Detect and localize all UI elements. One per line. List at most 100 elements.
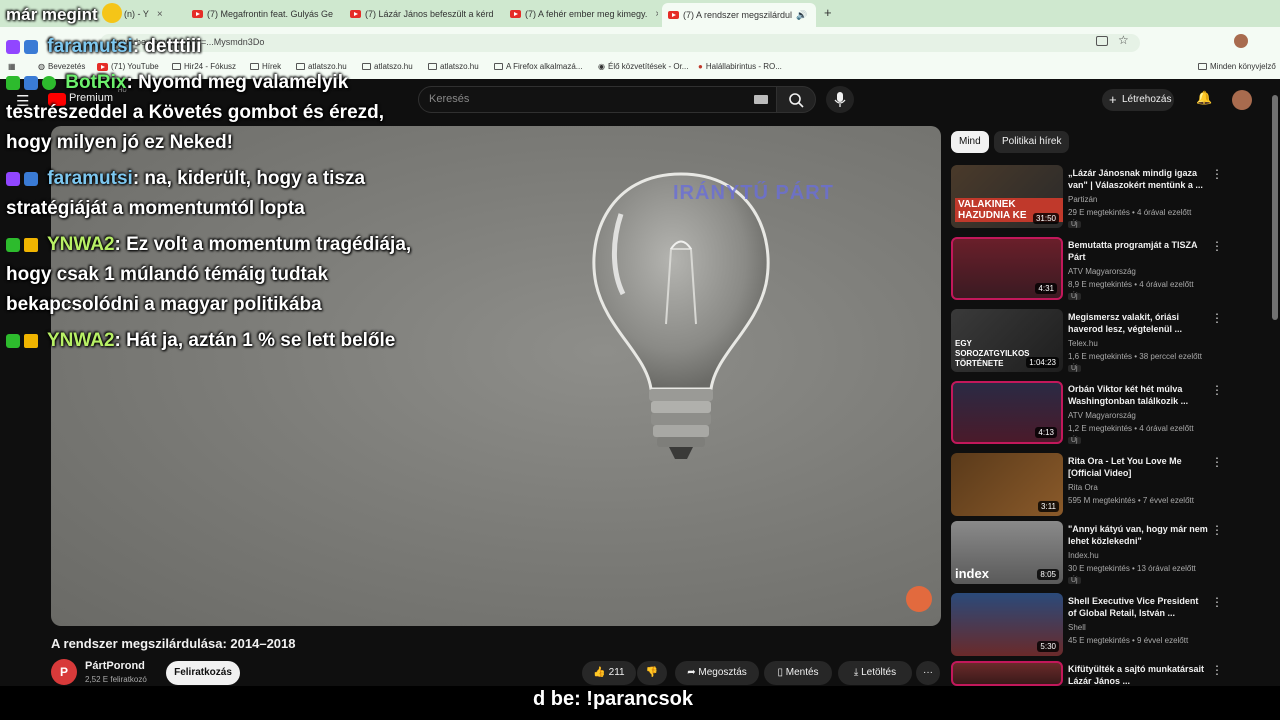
bookmark-item[interactable]: atlatszo.hu (362, 62, 413, 71)
recommendation-title[interactable]: Rita Ora - Let You Love Me [Official Vid… (1068, 455, 1208, 479)
all-bookmarks[interactable]: Minden könyvjelző (1198, 62, 1276, 71)
video-duration: 31:50 (1032, 213, 1059, 224)
recommendation-title[interactable]: "Annyi kátyú van, hogy már nem lehet köz… (1068, 523, 1208, 547)
star-icon[interactable]: ☆ (1118, 33, 1129, 47)
video-thumbnail[interactable]: 4:13 (951, 381, 1063, 444)
dislike-button[interactable]: 👎 (637, 661, 667, 685)
recommendation-item[interactable]: EGY SOROZATGYILKOS TÖRTÉNETE 1:04:23 Meg… (951, 309, 1261, 373)
browser-tab-active[interactable]: (7) A rendszer megszilárdul 🔊 × (662, 3, 816, 27)
recommendation-channel[interactable]: Telex.hu (1068, 339, 1098, 348)
notifications-icon[interactable]: 🔔 (1196, 90, 1212, 106)
chat-text: : detttiii (132, 36, 202, 57)
recommendation-title[interactable]: Megismersz valakit, óriási haverod lesz,… (1068, 311, 1208, 335)
bookmark-item[interactable]: atlatszo.hu (428, 62, 479, 71)
video-thumbnail[interactable]: 5:30 (951, 593, 1063, 656)
more-vert-icon[interactable]: ⋮ (1211, 311, 1223, 325)
save-button[interactable]: ▯ Mentés (764, 661, 832, 685)
channel-branding-icon[interactable] (906, 586, 932, 612)
recommendation-item[interactable]: 3:11 Rita Ora - Let You Love Me [Officia… (951, 453, 1261, 517)
more-vert-icon[interactable]: ⋮ (1211, 239, 1223, 253)
chip-politics[interactable]: Politikai hírek (994, 131, 1070, 153)
recommendation-channel[interactable]: Index.hu (1068, 551, 1099, 560)
bot-badge-icon (24, 76, 38, 90)
recommendation-channel[interactable]: ATV Magyarország (1068, 267, 1136, 276)
recommendation-channel[interactable]: ATV Magyarország (1068, 411, 1136, 420)
recommendation-title[interactable]: Bemutatta programját a TISZA Párt (1068, 239, 1208, 263)
browser-tab[interactable]: (7) A fehér ember meg kimegy. × (504, 3, 658, 25)
chat-username: már megint (6, 5, 98, 24)
create-button[interactable]: + Létrehozás (1102, 89, 1174, 111)
recommendation-title[interactable]: Shell Executive Vice President of Global… (1068, 595, 1208, 619)
more-actions-button[interactable]: ··· (916, 661, 940, 685)
recommendation-meta: 1,6 E megtekintés • 38 perccel ezelőtt (1068, 352, 1202, 361)
recommendation-item[interactable]: 5:30 Shell Executive Vice President of G… (951, 593, 1261, 657)
recommendation-item[interactable]: index 8:05 "Annyi kátyú van, hogy már ne… (951, 521, 1261, 585)
chat-message: YNWA2: Ez volt a momentum tragédiája, (6, 230, 411, 260)
bookmark-item[interactable]: ◉ Élő közvetítések - Or... (598, 62, 688, 71)
cast-icon[interactable] (1096, 36, 1108, 46)
kick-icon (6, 334, 20, 348)
recommendation-channel[interactable]: Shell (1068, 623, 1086, 632)
youtube-icon (350, 10, 361, 18)
video-thumbnail[interactable]: index 8:05 (951, 521, 1063, 584)
more-vert-icon[interactable]: ⋮ (1211, 595, 1223, 609)
search-button[interactable] (776, 86, 816, 113)
chat-text: : Nyomd meg valamelyik (126, 72, 349, 93)
recommendation-item[interactable]: 4:31 Bemutatta programját a TISZA Párt A… (951, 237, 1261, 301)
scrollbar-thumb[interactable] (1272, 95, 1278, 320)
recommendation-meta: 595 M megtekintés • 7 évvel ezelőtt (1068, 496, 1194, 505)
profile-avatar[interactable] (1234, 34, 1248, 48)
video-thumbnail[interactable] (951, 661, 1063, 686)
close-icon[interactable]: × (815, 10, 816, 21)
download-button[interactable]: ⤓ Letöltés (838, 661, 912, 685)
bookmark-item[interactable]: ● Halállabirintus - RO... (698, 62, 782, 71)
more-vert-icon[interactable]: ⋮ (1211, 383, 1223, 397)
video-thumbnail[interactable]: 3:11 (951, 453, 1063, 516)
share-icon: ➦ (687, 667, 696, 678)
more-vert-icon[interactable]: ⋮ (1211, 455, 1223, 469)
more-vert-icon[interactable]: ⋮ (1211, 523, 1223, 537)
recommendation-item[interactable]: VALAKINEK HAZUDNIA KE 31:50 „Lázár János… (951, 165, 1261, 229)
more-vert-icon[interactable]: ⋮ (1211, 663, 1223, 677)
browser-tab[interactable]: (7) Megafrontin feat. Gulyás Ge × (186, 3, 340, 25)
bookmark-item[interactable]: A Firefox alkalmazá... (494, 62, 582, 71)
recommendation-title[interactable]: Orbán Viktor két hét múlva Washingtonban… (1068, 383, 1208, 407)
browser-tab[interactable]: (7) Lázár János befeszült a kérd × (344, 3, 498, 25)
kick-icon (6, 76, 20, 90)
recommendation-meta: 29 E megtekintés • 4 órával ezelőtt (1068, 208, 1192, 217)
subscribe-button[interactable]: Feliratkozás (166, 661, 240, 685)
recommendation-item[interactable]: 4:13 Orbán Viktor két hét múlva Washingt… (951, 381, 1261, 445)
video-thumbnail[interactable]: VALAKINEK HAZUDNIA KE 31:50 (951, 165, 1063, 228)
chat-message: faramutsi: detttiii (6, 32, 201, 62)
recommendation-channel[interactable]: Partizán (1068, 195, 1097, 204)
chat-text: : na, kiderült, hogy a tisza (132, 168, 366, 189)
chip-all[interactable]: Mind (951, 131, 989, 153)
speaker-icon[interactable]: 🔊 (796, 10, 807, 21)
recommendation-title[interactable]: „Lázár Jánosnak mindig igaza van" | Vála… (1068, 167, 1208, 191)
share-button[interactable]: ➦ Megosztás (675, 661, 759, 685)
video-thumbnail[interactable]: EGY SOROZATGYILKOS TÖRTÉNETE 1:04:23 (951, 309, 1063, 372)
member-badge-icon (24, 40, 38, 54)
channel-avatar[interactable]: P (51, 659, 77, 685)
voice-search-button[interactable] (826, 86, 854, 113)
keyboard-icon[interactable] (754, 95, 768, 104)
save-label: Mentés (785, 667, 819, 678)
recommendation-meta: 8,9 E megtekintés • 4 órával ezelőtt (1068, 280, 1194, 289)
recommendation-channel[interactable]: Rita Ora (1068, 483, 1098, 492)
close-icon[interactable]: × (655, 9, 658, 20)
account-avatar[interactable] (1232, 90, 1252, 110)
close-icon[interactable]: × (157, 9, 163, 20)
create-label: Létrehozás (1122, 94, 1172, 105)
recommendation-item[interactable]: Kifütyülték a sajtó munkatársait Lázár J… (951, 661, 1261, 686)
like-button[interactable]: 👍 211 (582, 661, 636, 685)
search-input[interactable]: Keresés (418, 86, 778, 113)
recommendation-title[interactable]: Kifütyülték a sajtó munkatársait Lázár J… (1068, 663, 1208, 686)
video-duration: 1:04:23 (1026, 357, 1059, 368)
chat-message: már megint (6, 0, 123, 30)
browser-tab[interactable]: (n) - Y × (118, 3, 180, 25)
url-field[interactable]: youtube.com/watch?v=...Mysmdn3Do (100, 34, 1140, 52)
video-thumbnail[interactable]: 4:31 (951, 237, 1063, 300)
new-tab-button[interactable]: + (824, 5, 832, 20)
channel-name[interactable]: PártPorond (85, 660, 145, 672)
more-vert-icon[interactable]: ⋮ (1211, 167, 1223, 181)
